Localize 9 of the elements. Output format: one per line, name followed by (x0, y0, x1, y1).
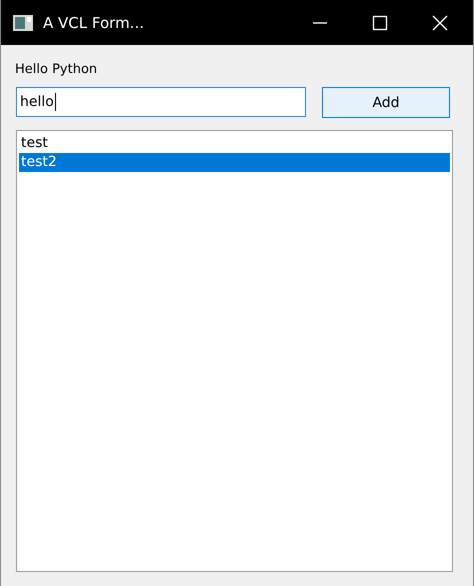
list-item[interactable]: test (19, 134, 450, 153)
list-item[interactable]: test2 (19, 153, 450, 172)
app-icon (13, 14, 33, 30)
input-field[interactable]: hello (16, 87, 306, 117)
maximize-icon[interactable] (372, 14, 388, 30)
close-icon[interactable] (432, 14, 448, 30)
window-title: A VCL Form... (43, 14, 144, 32)
label: Hello Python (15, 62, 98, 77)
add-button[interactable]: Add (322, 87, 450, 118)
